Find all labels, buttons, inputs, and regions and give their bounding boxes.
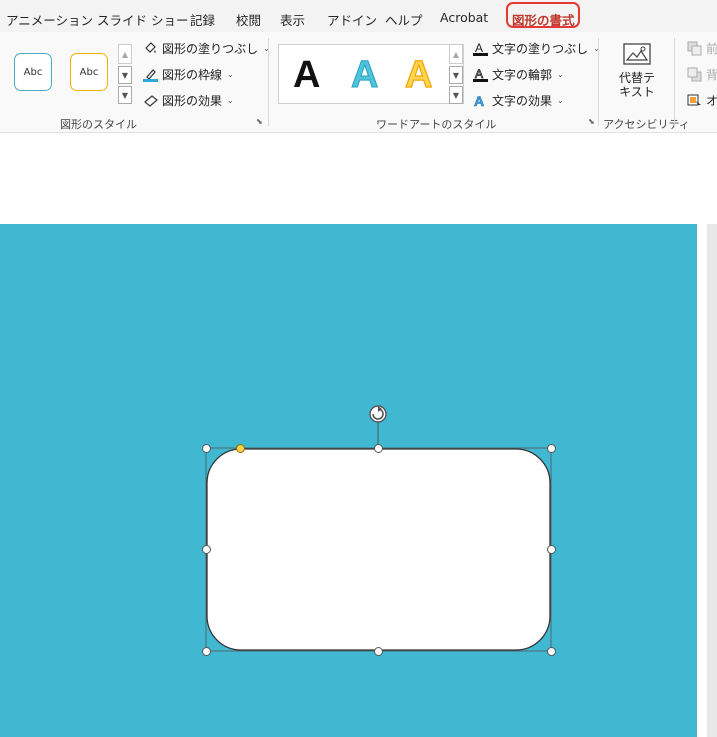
- shape-outline-label: 図形の枠線: [162, 67, 223, 82]
- svg-text:A: A: [474, 93, 484, 108]
- shape-effects-label: 図形の効果: [162, 93, 223, 108]
- rotate-handle-icon[interactable]: [369, 405, 387, 423]
- shape-effects-button[interactable]: 図形の効果 ⌄: [143, 91, 234, 109]
- dialog-launcher-icon[interactable]: ⬊: [256, 118, 264, 126]
- group-label-shape-styles: 図形のスタイル: [60, 118, 137, 131]
- shape-fill-button[interactable]: 図形の塗りつぶし ⌄: [143, 39, 270, 57]
- tab-review[interactable]: 校閲: [236, 10, 261, 29]
- shape-effects-icon: [143, 93, 158, 108]
- alt-text-button[interactable]: 代替テ キスト: [610, 40, 664, 106]
- group-label-wordart-styles: ワードアートのスタイル: [376, 118, 497, 131]
- shape-fill-label: 図形の塗りつぶし: [162, 41, 259, 56]
- ribbon-tab-bar: アニメーション スライド ショー 記録 校閲 表示 アドイン ヘルプ Acrob…: [0, 0, 717, 36]
- resize-handle-top-left[interactable]: [202, 444, 211, 453]
- pen-outline-icon: [143, 67, 158, 82]
- adjust-handle-corner-radius[interactable]: [236, 444, 245, 453]
- gallery-scroll-down-button[interactable]: ▼: [118, 66, 132, 84]
- tab-shape-format[interactable]: 図形の書式: [512, 10, 575, 29]
- selected-shape-layer: [205, 405, 552, 652]
- bring-forward-icon: [687, 41, 702, 56]
- chevron-down-icon: ⌄: [557, 95, 564, 105]
- resize-handle-left[interactable]: [202, 545, 211, 554]
- shape-style-label: Abc: [79, 66, 99, 78]
- rounded-rectangle-shape[interactable]: [206, 448, 551, 651]
- tab-acrobat[interactable]: Acrobat: [440, 10, 488, 25]
- resize-handle-bottom-right[interactable]: [547, 647, 556, 656]
- shape-style-teal-outline[interactable]: Abc: [14, 53, 52, 91]
- resize-handle-bottom[interactable]: [374, 647, 383, 656]
- bring-forward-button[interactable]: 前: [687, 39, 717, 57]
- text-outline-label: 文字の輪郭: [492, 67, 553, 82]
- group-separator: [268, 38, 269, 126]
- tab-addins[interactable]: アドイン: [327, 10, 377, 29]
- dialog-launcher-icon[interactable]: ⬊: [588, 118, 596, 126]
- text-effects-button[interactable]: A 文字の効果 ⌄: [473, 91, 564, 109]
- resize-handle-top-right[interactable]: [547, 444, 556, 453]
- wordart-scroll-down-button[interactable]: ▼: [449, 66, 463, 84]
- selection-pane-label: オ: [706, 93, 717, 108]
- resize-handle-right[interactable]: [547, 545, 556, 554]
- shape-style-gold-outline[interactable]: Abc: [70, 53, 108, 91]
- shape-style-label: Abc: [23, 66, 43, 78]
- alt-text-icon: [623, 43, 651, 65]
- chevron-down-icon: ⌄: [227, 69, 234, 79]
- selection-pane-icon: [687, 93, 702, 108]
- text-fill-button[interactable]: A 文字の塗りつぶし ⌄: [473, 39, 600, 57]
- wordart-scroll-up-button[interactable]: ▲: [449, 44, 463, 64]
- text-fill-icon: A: [473, 41, 488, 56]
- text-fill-label: 文字の塗りつぶし: [492, 41, 589, 56]
- chevron-down-icon: ⌄: [227, 95, 234, 105]
- wordart-gallery: A A A: [278, 44, 464, 104]
- tab-slideshow[interactable]: スライド ショー: [97, 10, 188, 29]
- group-separator: [598, 38, 599, 126]
- wordart-style-gold[interactable]: A: [404, 54, 433, 95]
- shape-outline-button[interactable]: 図形の枠線 ⌄: [143, 65, 234, 83]
- alt-text-label-line2: キスト: [619, 85, 655, 99]
- wordart-more-button[interactable]: ▼: [449, 86, 463, 104]
- bring-forward-label: 前: [706, 41, 717, 56]
- gallery-scroll-up-button[interactable]: ▲: [118, 44, 132, 64]
- resize-handle-top[interactable]: [374, 444, 383, 453]
- text-outline-button[interactable]: A 文字の輪郭 ⌄: [473, 65, 564, 83]
- alt-text-label-line1: 代替テ: [618, 71, 655, 85]
- svg-text:A: A: [475, 67, 483, 81]
- group-label-accessibility: アクセシビリティ: [603, 118, 690, 131]
- ribbon-panel: Abc Abc ▲ ▼ ▼ 図形の塗りつぶし ⌄ 図形の枠線 ⌄ 図形の効果 ⌄…: [0, 32, 717, 133]
- tab-view[interactable]: 表示: [280, 10, 305, 29]
- vertical-scrollbar[interactable]: [707, 224, 717, 737]
- svg-text:A: A: [475, 41, 483, 55]
- text-effects-icon: A: [473, 93, 488, 108]
- paint-bucket-icon: [143, 41, 158, 56]
- text-effects-label: 文字の効果: [492, 93, 553, 108]
- send-backward-label: 背: [706, 67, 717, 82]
- selection-pane-button[interactable]: オ: [687, 91, 717, 109]
- wordart-style-blue[interactable]: A: [350, 55, 378, 96]
- send-backward-button[interactable]: 背: [687, 65, 717, 83]
- wordart-style-black[interactable]: A: [293, 55, 320, 95]
- tab-help[interactable]: ヘルプ: [385, 10, 423, 29]
- text-outline-icon: A: [473, 67, 488, 82]
- resize-handle-bottom-left[interactable]: [202, 647, 211, 656]
- tab-record[interactable]: 記録: [190, 10, 215, 29]
- tab-animations[interactable]: アニメーション: [6, 10, 93, 29]
- send-backward-icon: [687, 67, 702, 82]
- gallery-more-button[interactable]: ▼: [118, 86, 132, 104]
- chevron-down-icon: ⌄: [557, 69, 564, 79]
- group-separator: [674, 38, 675, 126]
